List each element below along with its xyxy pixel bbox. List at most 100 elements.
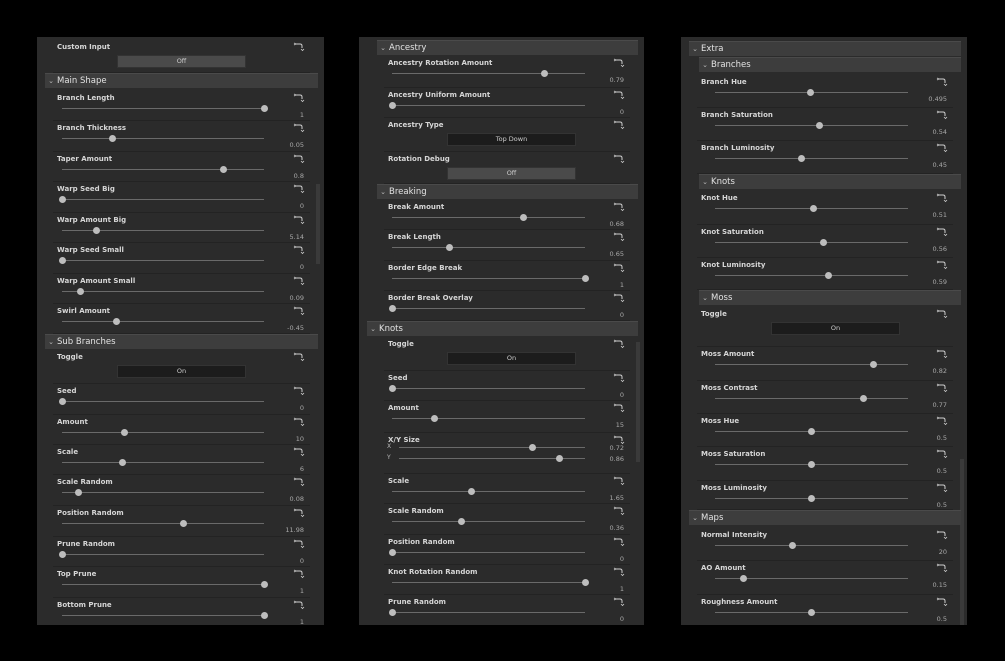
reset-icon[interactable]	[293, 93, 307, 103]
slider-handle[interactable]	[808, 609, 815, 616]
slider-handle[interactable]	[74, 489, 82, 496]
slider-handle[interactable]	[809, 205, 817, 212]
reset-icon[interactable]	[936, 77, 950, 87]
reset-icon[interactable]	[613, 58, 627, 68]
reset-icon[interactable]	[936, 143, 950, 153]
slider-track[interactable]	[58, 196, 264, 203]
slider-track[interactable]	[388, 102, 585, 109]
slider-track[interactable]	[715, 609, 908, 616]
slider-handle[interactable]	[388, 385, 396, 392]
reset-icon[interactable]	[613, 567, 627, 577]
reset-icon[interactable]	[293, 42, 307, 52]
slider-handle[interactable]	[808, 495, 815, 502]
reset-icon[interactable]	[293, 417, 307, 427]
slider-track[interactable]	[62, 489, 264, 496]
slider-handle[interactable]	[113, 318, 120, 325]
slider-track[interactable]	[715, 542, 908, 549]
slider-handle[interactable]	[119, 459, 127, 466]
reset-icon[interactable]	[936, 227, 950, 237]
slider-track[interactable]	[62, 227, 264, 234]
panel-scrollbar[interactable]	[636, 342, 640, 462]
slider-track[interactable]	[62, 612, 268, 619]
y-slider-handle[interactable]	[555, 455, 563, 462]
section-header[interactable]: ⌄ Knots	[367, 321, 638, 336]
reset-icon[interactable]	[293, 447, 307, 457]
reset-icon[interactable]	[936, 416, 950, 426]
slider-track[interactable]	[715, 89, 908, 96]
slider-handle[interactable]	[869, 361, 877, 368]
y-slider-track[interactable]	[399, 455, 585, 462]
slider-handle[interactable]	[788, 542, 796, 549]
slider-handle[interactable]	[467, 488, 475, 495]
x-slider-track[interactable]	[399, 444, 585, 451]
slider-track[interactable]	[715, 272, 908, 279]
slider-track[interactable]	[392, 214, 585, 221]
slider-handle[interactable]	[740, 575, 748, 582]
slider-track[interactable]	[392, 518, 585, 525]
slider-track[interactable]	[388, 609, 585, 616]
slider-track[interactable]	[715, 155, 908, 162]
slider-track[interactable]	[715, 361, 908, 368]
reset-icon[interactable]	[936, 193, 950, 203]
reset-icon[interactable]	[293, 569, 307, 579]
slider-handle[interactable]	[388, 549, 396, 556]
reset-icon[interactable]	[613, 339, 627, 349]
reset-icon[interactable]	[613, 373, 627, 383]
x-slider-handle[interactable]	[529, 444, 537, 451]
slider-track[interactable]	[62, 288, 264, 295]
slider-track[interactable]	[58, 398, 264, 405]
reset-icon[interactable]	[293, 306, 307, 316]
reset-icon[interactable]	[613, 263, 627, 273]
slider-track[interactable]	[715, 205, 908, 212]
section-header[interactable]: ⌄ Branches	[699, 57, 961, 72]
reset-icon[interactable]	[613, 154, 627, 164]
slider-handle[interactable]	[58, 398, 66, 405]
reset-icon[interactable]	[613, 232, 627, 242]
slider-track[interactable]	[715, 239, 908, 246]
slider-track[interactable]	[715, 495, 908, 502]
reset-icon[interactable]	[293, 123, 307, 133]
slider-track[interactable]	[392, 415, 585, 422]
slider-handle[interactable]	[860, 395, 868, 402]
slider-track[interactable]	[388, 305, 585, 312]
slider-track[interactable]	[62, 459, 264, 466]
section-header[interactable]: ⌄ Knots	[699, 174, 961, 189]
slider-track[interactable]	[388, 549, 585, 556]
reset-icon[interactable]	[613, 90, 627, 100]
slider-handle[interactable]	[541, 70, 548, 77]
reset-icon[interactable]	[293, 508, 307, 518]
slider-handle[interactable]	[519, 214, 527, 221]
slider-track[interactable]	[392, 70, 585, 77]
reset-icon[interactable]	[293, 352, 307, 362]
reset-icon[interactable]	[936, 563, 950, 573]
slider-handle[interactable]	[388, 609, 396, 616]
toggle-button[interactable]: Top Down	[447, 133, 576, 146]
toggle-button[interactable]: On	[771, 322, 900, 335]
panel-scrollbar[interactable]	[316, 184, 320, 264]
slider-track[interactable]	[62, 520, 264, 527]
slider-handle[interactable]	[815, 122, 823, 129]
slider-track[interactable]	[62, 318, 264, 325]
slider-track[interactable]	[392, 579, 589, 586]
reset-icon[interactable]	[293, 245, 307, 255]
slider-track[interactable]	[58, 257, 264, 264]
reset-icon[interactable]	[936, 309, 950, 319]
reset-icon[interactable]	[613, 537, 627, 547]
reset-icon[interactable]	[293, 276, 307, 286]
reset-icon[interactable]	[936, 110, 950, 120]
slider-track[interactable]	[392, 244, 585, 251]
slider-handle[interactable]	[179, 520, 187, 527]
slider-track[interactable]	[715, 575, 908, 582]
slider-handle[interactable]	[388, 102, 396, 109]
reset-icon[interactable]	[936, 483, 950, 493]
reset-icon[interactable]	[936, 349, 950, 359]
reset-icon[interactable]	[293, 600, 307, 610]
section-header[interactable]: ⌄ Extra	[689, 41, 961, 56]
slider-handle[interactable]	[808, 461, 815, 468]
section-header[interactable]: ⌄ Sub Branches	[45, 334, 318, 349]
reset-icon[interactable]	[613, 293, 627, 303]
slider-handle[interactable]	[458, 518, 465, 525]
slider-handle[interactable]	[798, 155, 806, 162]
slider-track[interactable]	[388, 385, 585, 392]
slider-handle[interactable]	[220, 166, 228, 173]
